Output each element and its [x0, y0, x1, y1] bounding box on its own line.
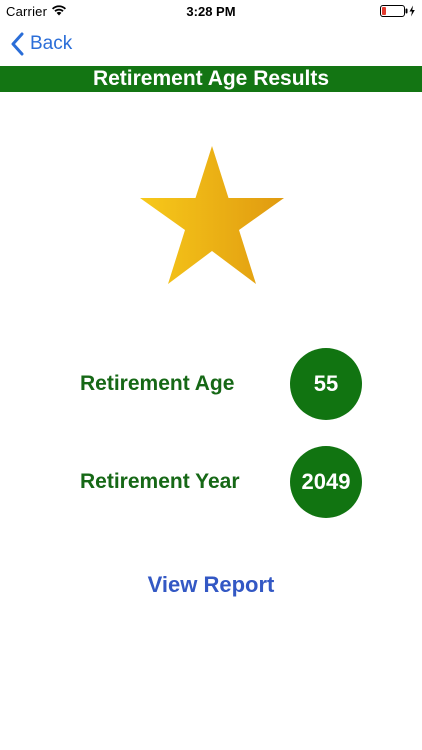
retirement-year-label: Retirement Year — [80, 470, 240, 493]
charging-bolt-icon — [409, 5, 415, 17]
star-icon — [140, 146, 284, 284]
back-button[interactable]: Back — [10, 30, 72, 58]
status-bar: Carrier 3:28 PM — [0, 0, 422, 22]
navigation-bar: Back — [0, 22, 422, 66]
view-report-button[interactable]: View Report — [0, 572, 422, 598]
retirement-age-label: Retirement Age — [80, 372, 235, 395]
battery-icon — [380, 5, 415, 17]
status-time: 3:28 PM — [186, 4, 236, 19]
page-title: Retirement Age Results — [0, 66, 422, 92]
back-button-label: Back — [30, 33, 73, 54]
chevron-left-icon — [11, 32, 24, 56]
retirement-year-value: 2049 — [290, 446, 362, 518]
retirement-age-value: 55 — [290, 348, 362, 420]
